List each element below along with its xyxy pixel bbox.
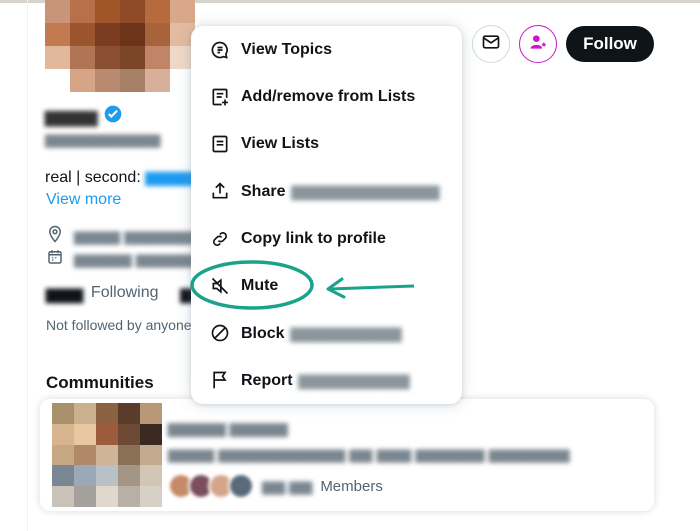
following-label[interactable]: Following [91, 284, 159, 304]
link-icon [209, 228, 231, 250]
verified-badge-icon [103, 104, 123, 129]
community-image [52, 403, 162, 507]
menu-item-label: Block ▆▆▆▆▆▆▆▆▆ [241, 324, 402, 342]
share-handle: ▆▆▆▆▆▆▆▆▆▆▆▆ [291, 182, 440, 200]
menu-item-label: Report ▆▆▆▆▆▆▆▆▆ [241, 371, 410, 389]
following-count: ▆▆▆ [46, 286, 83, 303]
profile-name: ▆▆▆▆ [45, 106, 98, 126]
profile-more-menu: View Topics Add/remove from Lists View L… [191, 26, 462, 404]
not-followed-text: Not followed by anyone [46, 317, 192, 333]
menu-item-label: Add/remove from Lists [241, 87, 416, 105]
menu-item-copy-link[interactable]: Copy link to profile [191, 215, 462, 262]
mail-icon [481, 32, 501, 57]
flag-icon [209, 369, 231, 391]
menu-item-mute[interactable]: Mute [191, 262, 462, 309]
menu-item-view-lists[interactable]: View Lists [191, 120, 462, 167]
location-pin-icon [46, 225, 64, 247]
profile-bio: real | second: ▆▆▆▆▆ [45, 169, 207, 186]
profile-avatar[interactable] [45, 0, 195, 92]
lists-add-icon [209, 86, 231, 108]
column-border [27, 0, 28, 531]
menu-item-label: Share ▆▆▆▆▆▆▆▆▆▆▆▆ [241, 182, 440, 200]
report-handle: ▆▆▆▆▆▆▆▆▆ [298, 371, 410, 389]
menu-item-add-remove-lists[interactable]: Add/remove from Lists [191, 73, 462, 120]
subscribe-button[interactable] [519, 25, 557, 63]
menu-item-label: View Topics [241, 40, 332, 58]
menu-item-block[interactable]: Block ▆▆▆▆▆▆▆▆▆ [191, 309, 462, 356]
menu-item-label: Copy link to profile [241, 229, 386, 247]
communities-heading: Communities [46, 373, 154, 392]
profile-handle: ▆▆▆▆▆▆▆▆▆▆ [45, 131, 161, 148]
joined-text: ▆▆▆▆▆ ▆▆▆▆▆▆ [74, 251, 206, 268]
menu-item-share[interactable]: Share ▆▆▆▆▆▆▆▆▆▆▆▆ [191, 167, 462, 214]
block-icon [209, 322, 231, 344]
menu-item-report[interactable]: Report ▆▆▆▆▆▆▆▆▆ [191, 356, 462, 403]
follow-button[interactable]: Follow [566, 26, 654, 62]
block-handle: ▆▆▆▆▆▆▆▆▆ [290, 324, 402, 342]
message-button[interactable] [472, 25, 510, 63]
calendar-icon [46, 248, 64, 270]
view-more-link[interactable]: View more [46, 191, 121, 209]
person-star-icon [528, 32, 548, 57]
community-members: ▆▆.▆▆ Members [168, 473, 383, 499]
community-card[interactable]: ▆▆▆▆▆ ▆▆▆▆▆ ▆▆▆▆ ▆▆▆▆▆▆▆▆▆▆▆ ▆▆ ▆▆▆ ▆▆▆▆… [40, 399, 654, 511]
menu-item-view-topics[interactable]: View Topics [191, 26, 462, 73]
community-title: ▆▆▆▆▆ ▆▆▆▆▆ [168, 420, 288, 437]
topics-icon [209, 39, 231, 61]
community-description: ▆▆▆▆ ▆▆▆▆▆▆▆▆▆▆▆ ▆▆ ▆▆▆ ▆▆▆▆▆▆ ▆▆▆▆▆▆▆ [168, 446, 570, 463]
menu-item-label: View Lists [241, 134, 319, 152]
members-count: ▆▆.▆▆ [262, 478, 313, 495]
menu-item-label: Mute [241, 276, 279, 294]
joined-row: ▆▆▆▆▆ ▆▆▆▆▆▆ [46, 248, 205, 270]
members-label: Members [320, 477, 383, 495]
mute-icon [209, 275, 231, 297]
share-icon [209, 180, 231, 202]
lists-icon [209, 133, 231, 155]
follow-stats: ▆▆▆ Following ▆▆ [46, 284, 205, 304]
member-avatars [168, 473, 254, 499]
